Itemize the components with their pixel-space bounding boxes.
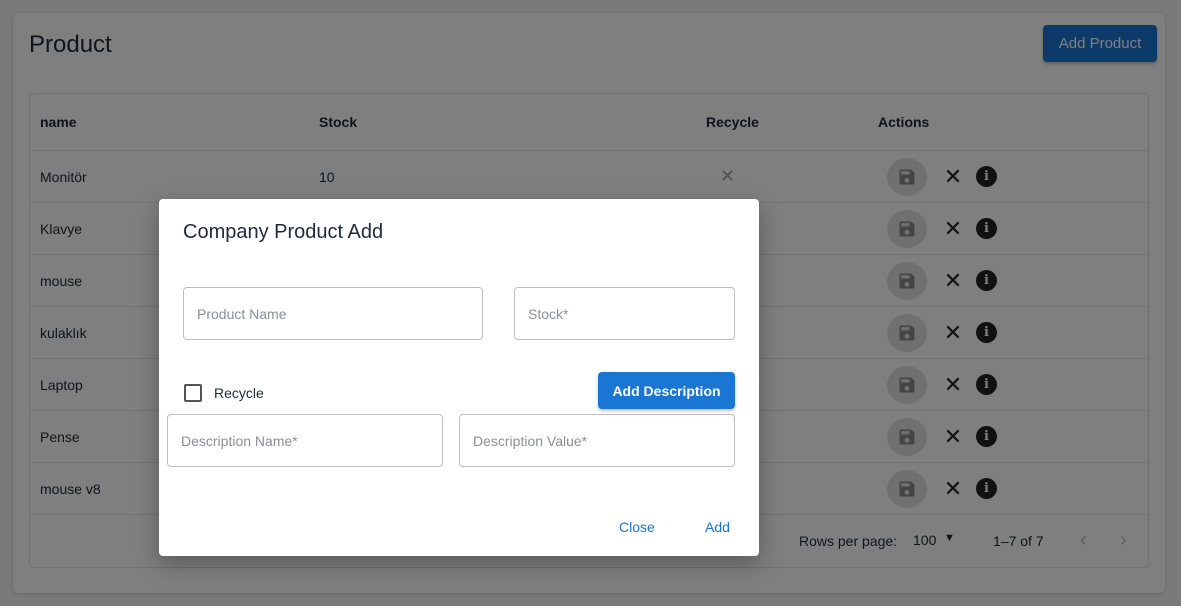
add-button[interactable]: Add <box>705 519 730 535</box>
description-name-input[interactable] <box>167 414 443 467</box>
company-product-add-dialog: Company Product Add Recycle Add Descript… <box>159 199 759 556</box>
add-description-button[interactable]: Add Description <box>598 372 735 409</box>
close-button[interactable]: Close <box>619 519 655 535</box>
stock-input[interactable] <box>514 287 735 340</box>
product-name-input[interactable] <box>183 287 483 340</box>
recycle-checkbox[interactable] <box>184 384 202 402</box>
description-value-input[interactable] <box>459 414 735 467</box>
dialog-title: Company Product Add <box>183 221 384 243</box>
recycle-checkbox-label[interactable]: Recycle <box>214 385 264 401</box>
